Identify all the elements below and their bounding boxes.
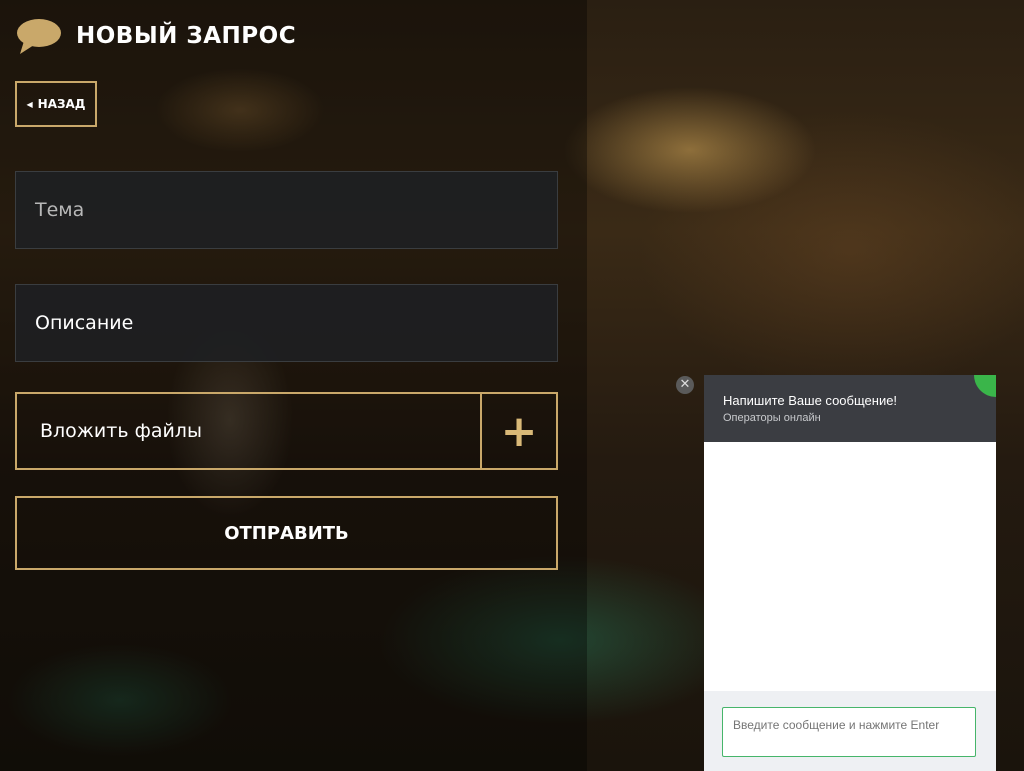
submit-button[interactable]: ОТПРАВИТЬ (15, 496, 558, 570)
chat-message-input[interactable] (722, 707, 976, 757)
subject-placeholder: Тема (35, 199, 85, 221)
back-button-label: НАЗАД (37, 97, 86, 111)
page-header: НОВЫЙ ЗАПРОС (16, 16, 296, 56)
chat-widget: Напишите Ваше сообщение! Операторы онлай… (704, 375, 996, 771)
chat-title: Напишите Ваше сообщение! (723, 393, 898, 408)
page-title: НОВЫЙ ЗАПРОС (76, 23, 297, 49)
attach-files-label: Вложить файлы (40, 420, 202, 442)
chat-footer (704, 691, 996, 771)
subject-input[interactable]: Тема (15, 171, 558, 249)
chat-header[interactable]: Напишите Ваше сообщение! Операторы онлай… (704, 375, 996, 442)
caret-left-icon: ◀ (26, 99, 33, 109)
back-button[interactable]: ◀ НАЗАД (15, 81, 97, 127)
speech-bubble-icon (17, 19, 61, 54)
description-placeholder: Описание (35, 312, 134, 334)
close-icon[interactable]: ✕ (676, 376, 694, 394)
attach-files-control[interactable]: Вложить файлы + (15, 392, 558, 470)
description-input[interactable]: Описание (15, 284, 558, 362)
chat-messages-area (704, 442, 996, 691)
chat-subtitle: Операторы онлайн (723, 412, 821, 424)
plus-icon[interactable]: + (480, 394, 556, 468)
